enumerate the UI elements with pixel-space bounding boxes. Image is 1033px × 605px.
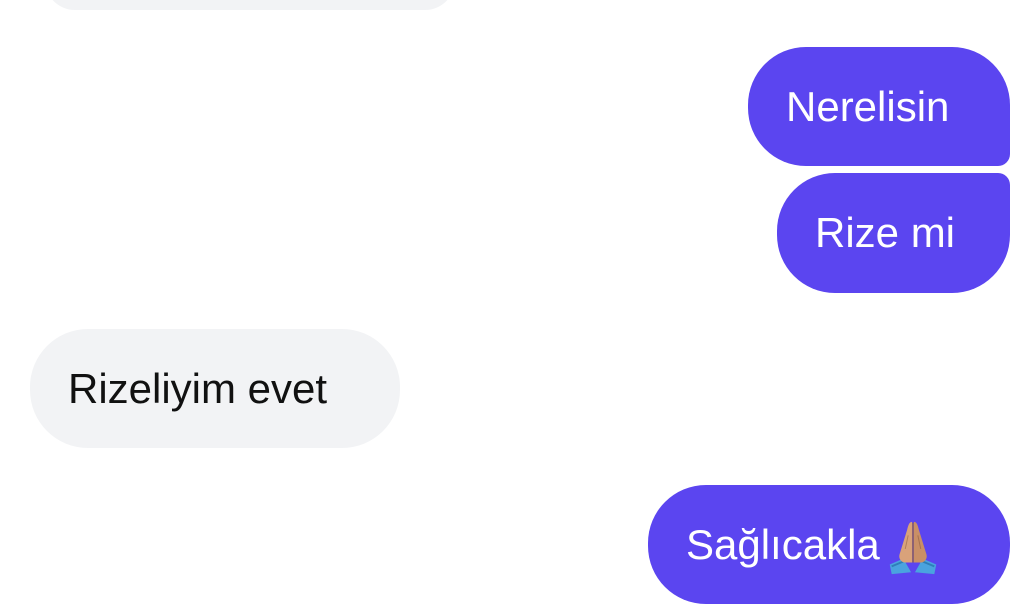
message-text: Rizeliyim evet	[68, 364, 328, 412]
message-text: Sağlıcakla	[686, 520, 880, 568]
folded-hands-icon	[882, 516, 944, 578]
message-bubble-outgoing[interactable]: Rize mi	[777, 173, 1010, 293]
message-bubble-incoming[interactable]: Rizeliyim evet	[30, 329, 400, 448]
message-text: Rize mi	[815, 209, 956, 256]
message-bubble-outgoing[interactable]: Sağlıcakla	[648, 485, 1010, 604]
message-text: Nerelisin	[786, 82, 950, 130]
chat-thread: Nerelisin Rize mi Rizeliyim evet Sağlıca…	[0, 0, 1033, 605]
message-bubble-outgoing[interactable]: Nerelisin	[748, 47, 1010, 166]
message-bubble-incoming[interactable]	[45, 0, 455, 10]
